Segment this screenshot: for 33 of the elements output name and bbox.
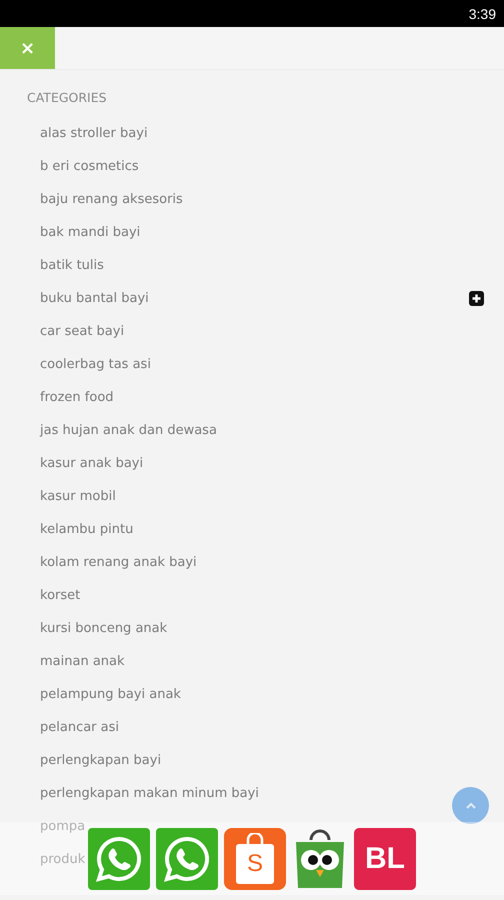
chat-bubble-phone-icon[interactable] — [88, 828, 150, 890]
chevron-up-icon — [464, 800, 478, 810]
category-link[interactable]: kasur anak bayi — [40, 456, 144, 471]
close-button[interactable]: × — [0, 27, 55, 69]
category-link[interactable]: frozen food — [40, 390, 114, 405]
shopping-bag-icon[interactable]: S — [224, 828, 286, 890]
category-link[interactable]: kelambu pintu — [40, 522, 134, 537]
category-link[interactable]: baju renang aksesoris — [40, 192, 183, 207]
category-link[interactable]: car seat bayi — [40, 324, 124, 339]
category-link[interactable]: jas hujan anak dan dewasa — [40, 423, 217, 438]
category-link[interactable]: alas stroller bayi — [40, 126, 148, 141]
category-link[interactable]: pelancar asi — [40, 720, 120, 735]
category-link[interactable]: kasur mobil — [40, 489, 116, 504]
category-link[interactable]: batik tulis — [40, 258, 104, 273]
chat-bubble-phone-icon[interactable] — [156, 828, 218, 890]
category-link[interactable]: perlengkapan makan minum bayi — [40, 786, 259, 801]
category-link[interactable]: korset — [40, 588, 80, 603]
category-link[interactable]: coolerbag tas asi — [40, 357, 151, 372]
expand-plus-icon[interactable] — [469, 291, 484, 306]
scroll-top-button[interactable] — [452, 787, 489, 824]
section-title: CATEGORIES — [27, 90, 108, 106]
category-link[interactable]: kursi bonceng anak — [40, 621, 168, 636]
category-link[interactable]: kolam renang anak bayi — [40, 555, 197, 570]
status-time: 3:39 — [468, 6, 496, 22]
category-link[interactable]: buku bantal bayi — [40, 291, 149, 306]
category-link[interactable]: pompa — [40, 819, 86, 834]
bukalapak-link[interactable]: BL — [354, 828, 416, 890]
category-link[interactable]: b eri cosmetics — [40, 159, 139, 174]
category-link[interactable]: perlengkapan bayi — [40, 753, 162, 768]
category-link[interactable]: mainan anak — [40, 654, 125, 669]
category-link[interactable]: produk — [40, 852, 86, 867]
category-link[interactable]: pelampung bayi anak — [40, 687, 181, 702]
category-link[interactable]: bak mandi bayi — [40, 225, 140, 240]
